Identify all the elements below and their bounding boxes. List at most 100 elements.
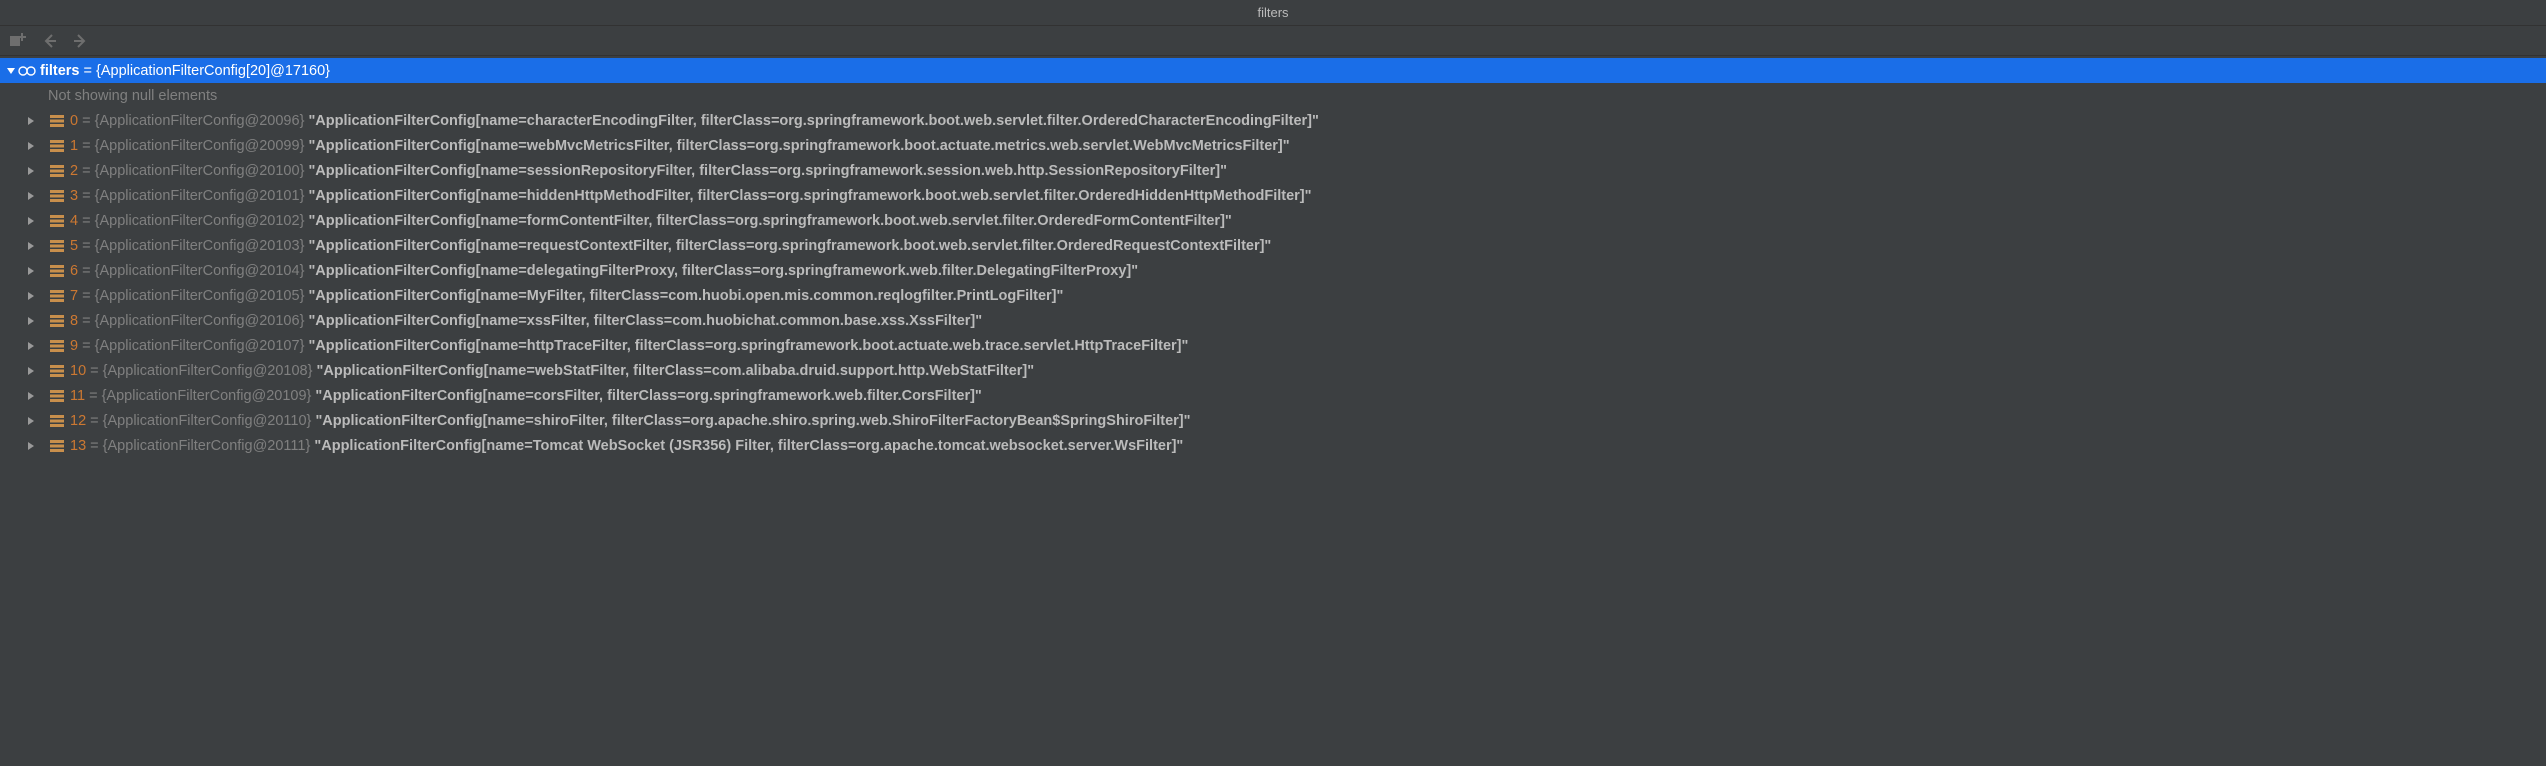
item-tostring: "ApplicationFilterConfig[name=requestCon…	[308, 238, 1271, 254]
item-index: 5	[70, 238, 78, 254]
item-index: 10	[70, 363, 86, 379]
window-title-text: filters	[1257, 5, 1288, 20]
item-object-ref: {ApplicationFilterConfig@20104}	[95, 263, 305, 279]
root-var-name: filters	[40, 63, 80, 79]
expand-arrow-right-icon[interactable]	[24, 239, 38, 253]
tree-item-row[interactable]: 13 = {ApplicationFilterConfig@20111} "Ap…	[0, 433, 2546, 458]
tree-item-row[interactable]: 9 = {ApplicationFilterConfig@20107} "App…	[0, 333, 2546, 358]
item-tostring: "ApplicationFilterConfig[name=Tomcat Web…	[314, 438, 1183, 454]
expand-arrow-down-icon[interactable]	[4, 64, 18, 78]
tree-item-row[interactable]: 8 = {ApplicationFilterConfig@20106} "App…	[0, 308, 2546, 333]
expand-arrow-right-icon[interactable]	[24, 264, 38, 278]
window-title: filters	[0, 0, 2546, 26]
expand-arrow-right-icon[interactable]	[24, 339, 38, 353]
item-tostring: "ApplicationFilterConfig[name=httpTraceF…	[308, 338, 1188, 354]
tree-item-row[interactable]: 2 = {ApplicationFilterConfig@20100} "App…	[0, 158, 2546, 183]
item-tostring: "ApplicationFilterConfig[name=formConten…	[308, 213, 1231, 229]
tree-item-row[interactable]: 1 = {ApplicationFilterConfig@20099} "App…	[0, 133, 2546, 158]
tree-item-row[interactable]: 5 = {ApplicationFilterConfig@20103} "App…	[0, 233, 2546, 258]
item-tostring: "ApplicationFilterConfig[name=webStatFil…	[317, 363, 1035, 379]
glasses-icon	[18, 63, 36, 79]
equals-sign: =	[78, 338, 95, 354]
new-watch-icon[interactable]	[10, 33, 28, 49]
root-assign: =	[80, 63, 97, 79]
equals-sign: =	[85, 388, 102, 404]
null-elements-hint: Not showing null elements	[48, 88, 217, 104]
expand-arrow-right-icon[interactable]	[24, 414, 38, 428]
expand-arrow-right-icon[interactable]	[24, 214, 38, 228]
array-element-icon	[48, 188, 66, 204]
array-element-icon	[48, 438, 66, 454]
item-object-ref: {ApplicationFilterConfig@20107}	[95, 338, 305, 354]
tree-item-row[interactable]: 0 = {ApplicationFilterConfig@20096} "App…	[0, 108, 2546, 133]
item-object-ref: {ApplicationFilterConfig@20096}	[95, 113, 305, 129]
item-tostring: "ApplicationFilterConfig[name=xssFilter,…	[308, 313, 982, 329]
item-object-ref: {ApplicationFilterConfig@20102}	[95, 213, 305, 229]
expand-arrow-right-icon[interactable]	[24, 314, 38, 328]
array-element-icon	[48, 313, 66, 329]
expand-arrow-right-icon[interactable]	[24, 389, 38, 403]
item-index: 9	[70, 338, 78, 354]
item-index: 12	[70, 413, 86, 429]
expand-arrow-right-icon[interactable]	[24, 139, 38, 153]
item-tostring: "ApplicationFilterConfig[name=delegating…	[308, 263, 1138, 279]
forward-arrow-icon[interactable]	[72, 33, 88, 49]
tree-root-row[interactable]: filters = {ApplicationFilterConfig[20]@1…	[0, 58, 2546, 83]
array-element-icon	[48, 363, 66, 379]
expand-arrow-right-icon[interactable]	[24, 289, 38, 303]
item-index: 13	[70, 438, 86, 454]
equals-sign: =	[78, 163, 95, 179]
item-index: 2	[70, 163, 78, 179]
tree-item-row[interactable]: 12 = {ApplicationFilterConfig@20110} "Ap…	[0, 408, 2546, 433]
equals-sign: =	[78, 213, 95, 229]
equals-sign: =	[86, 413, 103, 429]
array-element-icon	[48, 413, 66, 429]
equals-sign: =	[78, 113, 95, 129]
tree-item-row[interactable]: 11 = {ApplicationFilterConfig@20109} "Ap…	[0, 383, 2546, 408]
item-tostring: "ApplicationFilterConfig[name=sessionRep…	[308, 163, 1227, 179]
item-object-ref: {ApplicationFilterConfig@20105}	[95, 288, 305, 304]
item-tostring: "ApplicationFilterConfig[name=hiddenHttp…	[308, 188, 1311, 204]
expand-arrow-right-icon[interactable]	[24, 189, 38, 203]
null-elements-hint-row: Not showing null elements	[0, 83, 2546, 108]
item-object-ref: {ApplicationFilterConfig@20099}	[95, 138, 305, 154]
tree-item-row[interactable]: 7 = {ApplicationFilterConfig@20105} "App…	[0, 283, 2546, 308]
item-index: 1	[70, 138, 78, 154]
item-index: 3	[70, 188, 78, 204]
item-object-ref: {ApplicationFilterConfig@20109}	[102, 388, 312, 404]
item-tostring: "ApplicationFilterConfig[name=characterE…	[308, 113, 1318, 129]
equals-sign: =	[86, 438, 103, 454]
array-element-icon	[48, 138, 66, 154]
item-index: 7	[70, 288, 78, 304]
tree-item-row[interactable]: 3 = {ApplicationFilterConfig@20101} "App…	[0, 183, 2546, 208]
item-index: 8	[70, 313, 78, 329]
item-tostring: "ApplicationFilterConfig[name=MyFilter, …	[308, 288, 1063, 304]
item-object-ref: {ApplicationFilterConfig@20108}	[103, 363, 313, 379]
equals-sign: =	[78, 288, 95, 304]
tree-item-row[interactable]: 10 = {ApplicationFilterConfig@20108} "Ap…	[0, 358, 2546, 383]
expand-arrow-right-icon[interactable]	[24, 439, 38, 453]
array-element-icon	[48, 113, 66, 129]
tree-item-row[interactable]: 4 = {ApplicationFilterConfig@20102} "App…	[0, 208, 2546, 233]
equals-sign: =	[78, 313, 95, 329]
equals-sign: =	[78, 188, 95, 204]
item-index: 11	[70, 388, 85, 404]
tree-item-row[interactable]: 6 = {ApplicationFilterConfig@20104} "App…	[0, 258, 2546, 283]
variables-tree: filters = {ApplicationFilterConfig[20]@1…	[0, 56, 2546, 458]
expand-arrow-right-icon[interactable]	[24, 364, 38, 378]
item-tostring: "ApplicationFilterConfig[name=shiroFilte…	[315, 413, 1190, 429]
back-arrow-icon[interactable]	[42, 33, 58, 49]
expand-arrow-right-icon[interactable]	[24, 114, 38, 128]
item-object-ref: {ApplicationFilterConfig@20111}	[103, 438, 311, 454]
equals-sign: =	[78, 138, 95, 154]
equals-sign: =	[78, 238, 95, 254]
array-element-icon	[48, 213, 66, 229]
item-tostring: "ApplicationFilterConfig[name=corsFilter…	[315, 388, 981, 404]
equals-sign: =	[86, 363, 103, 379]
item-index: 4	[70, 213, 78, 229]
item-index: 6	[70, 263, 78, 279]
item-object-ref: {ApplicationFilterConfig@20101}	[95, 188, 305, 204]
item-object-ref: {ApplicationFilterConfig@20103}	[95, 238, 305, 254]
expand-arrow-right-icon[interactable]	[24, 164, 38, 178]
item-object-ref: {ApplicationFilterConfig@20100}	[95, 163, 305, 179]
